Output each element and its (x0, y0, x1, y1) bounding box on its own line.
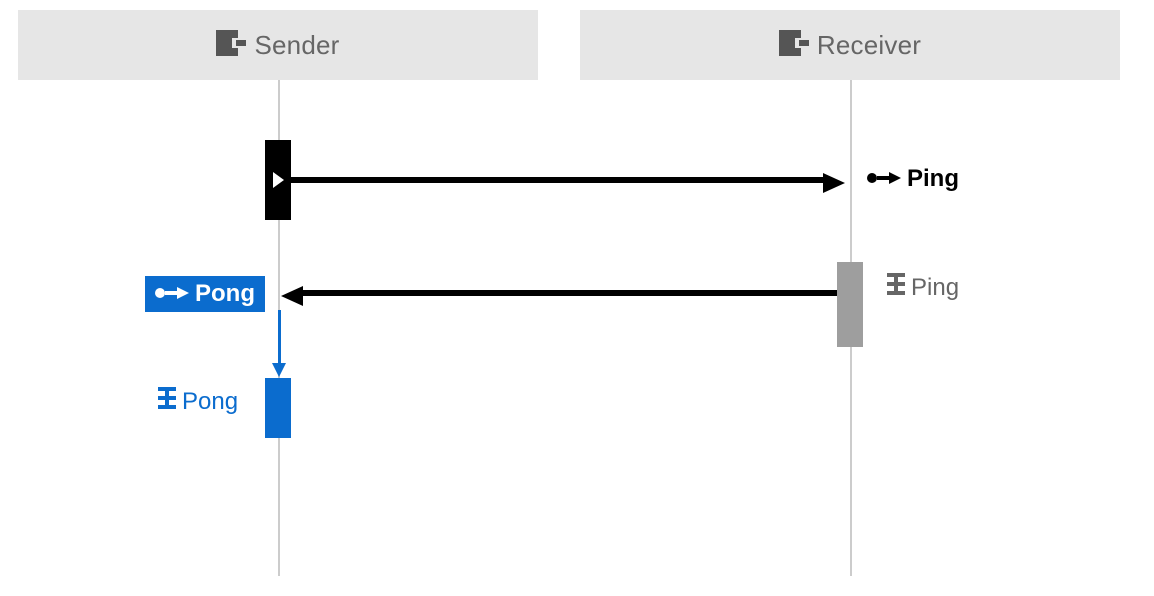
arrow-pong (303, 290, 837, 296)
arrowhead-ping (823, 173, 845, 193)
message-label-pong-send[interactable]: Pong (145, 276, 265, 312)
message-label-ping-recv: Ping (887, 273, 959, 302)
play-icon (273, 172, 284, 188)
participant-header-receiver: Receiver (580, 10, 1120, 80)
stack-icon (887, 273, 905, 302)
arrow-pong-self (278, 310, 281, 365)
arrow-ping (291, 177, 823, 183)
participant-label: Sender (254, 30, 339, 61)
dot-arrow-icon (155, 280, 189, 308)
participant-label: Receiver (817, 30, 921, 61)
message-label-ping-send: Ping (867, 165, 959, 193)
stack-icon (158, 387, 176, 416)
message-text: Ping (911, 274, 959, 302)
message-text: Ping (907, 165, 959, 193)
message-text: Pong (182, 388, 238, 416)
activation-sender-send (265, 140, 291, 220)
activation-receiver-handle (837, 262, 863, 347)
message-text: Pong (195, 280, 255, 308)
participant-header-sender: Sender (18, 10, 538, 80)
arrowhead-pong (281, 286, 303, 306)
message-label-pong-recv: Pong (158, 387, 238, 416)
participant-icon (216, 30, 246, 61)
dot-arrow-icon (867, 165, 901, 193)
arrowhead-pong-self (272, 363, 286, 377)
activation-sender-handle (265, 378, 291, 438)
participant-icon (779, 30, 809, 61)
